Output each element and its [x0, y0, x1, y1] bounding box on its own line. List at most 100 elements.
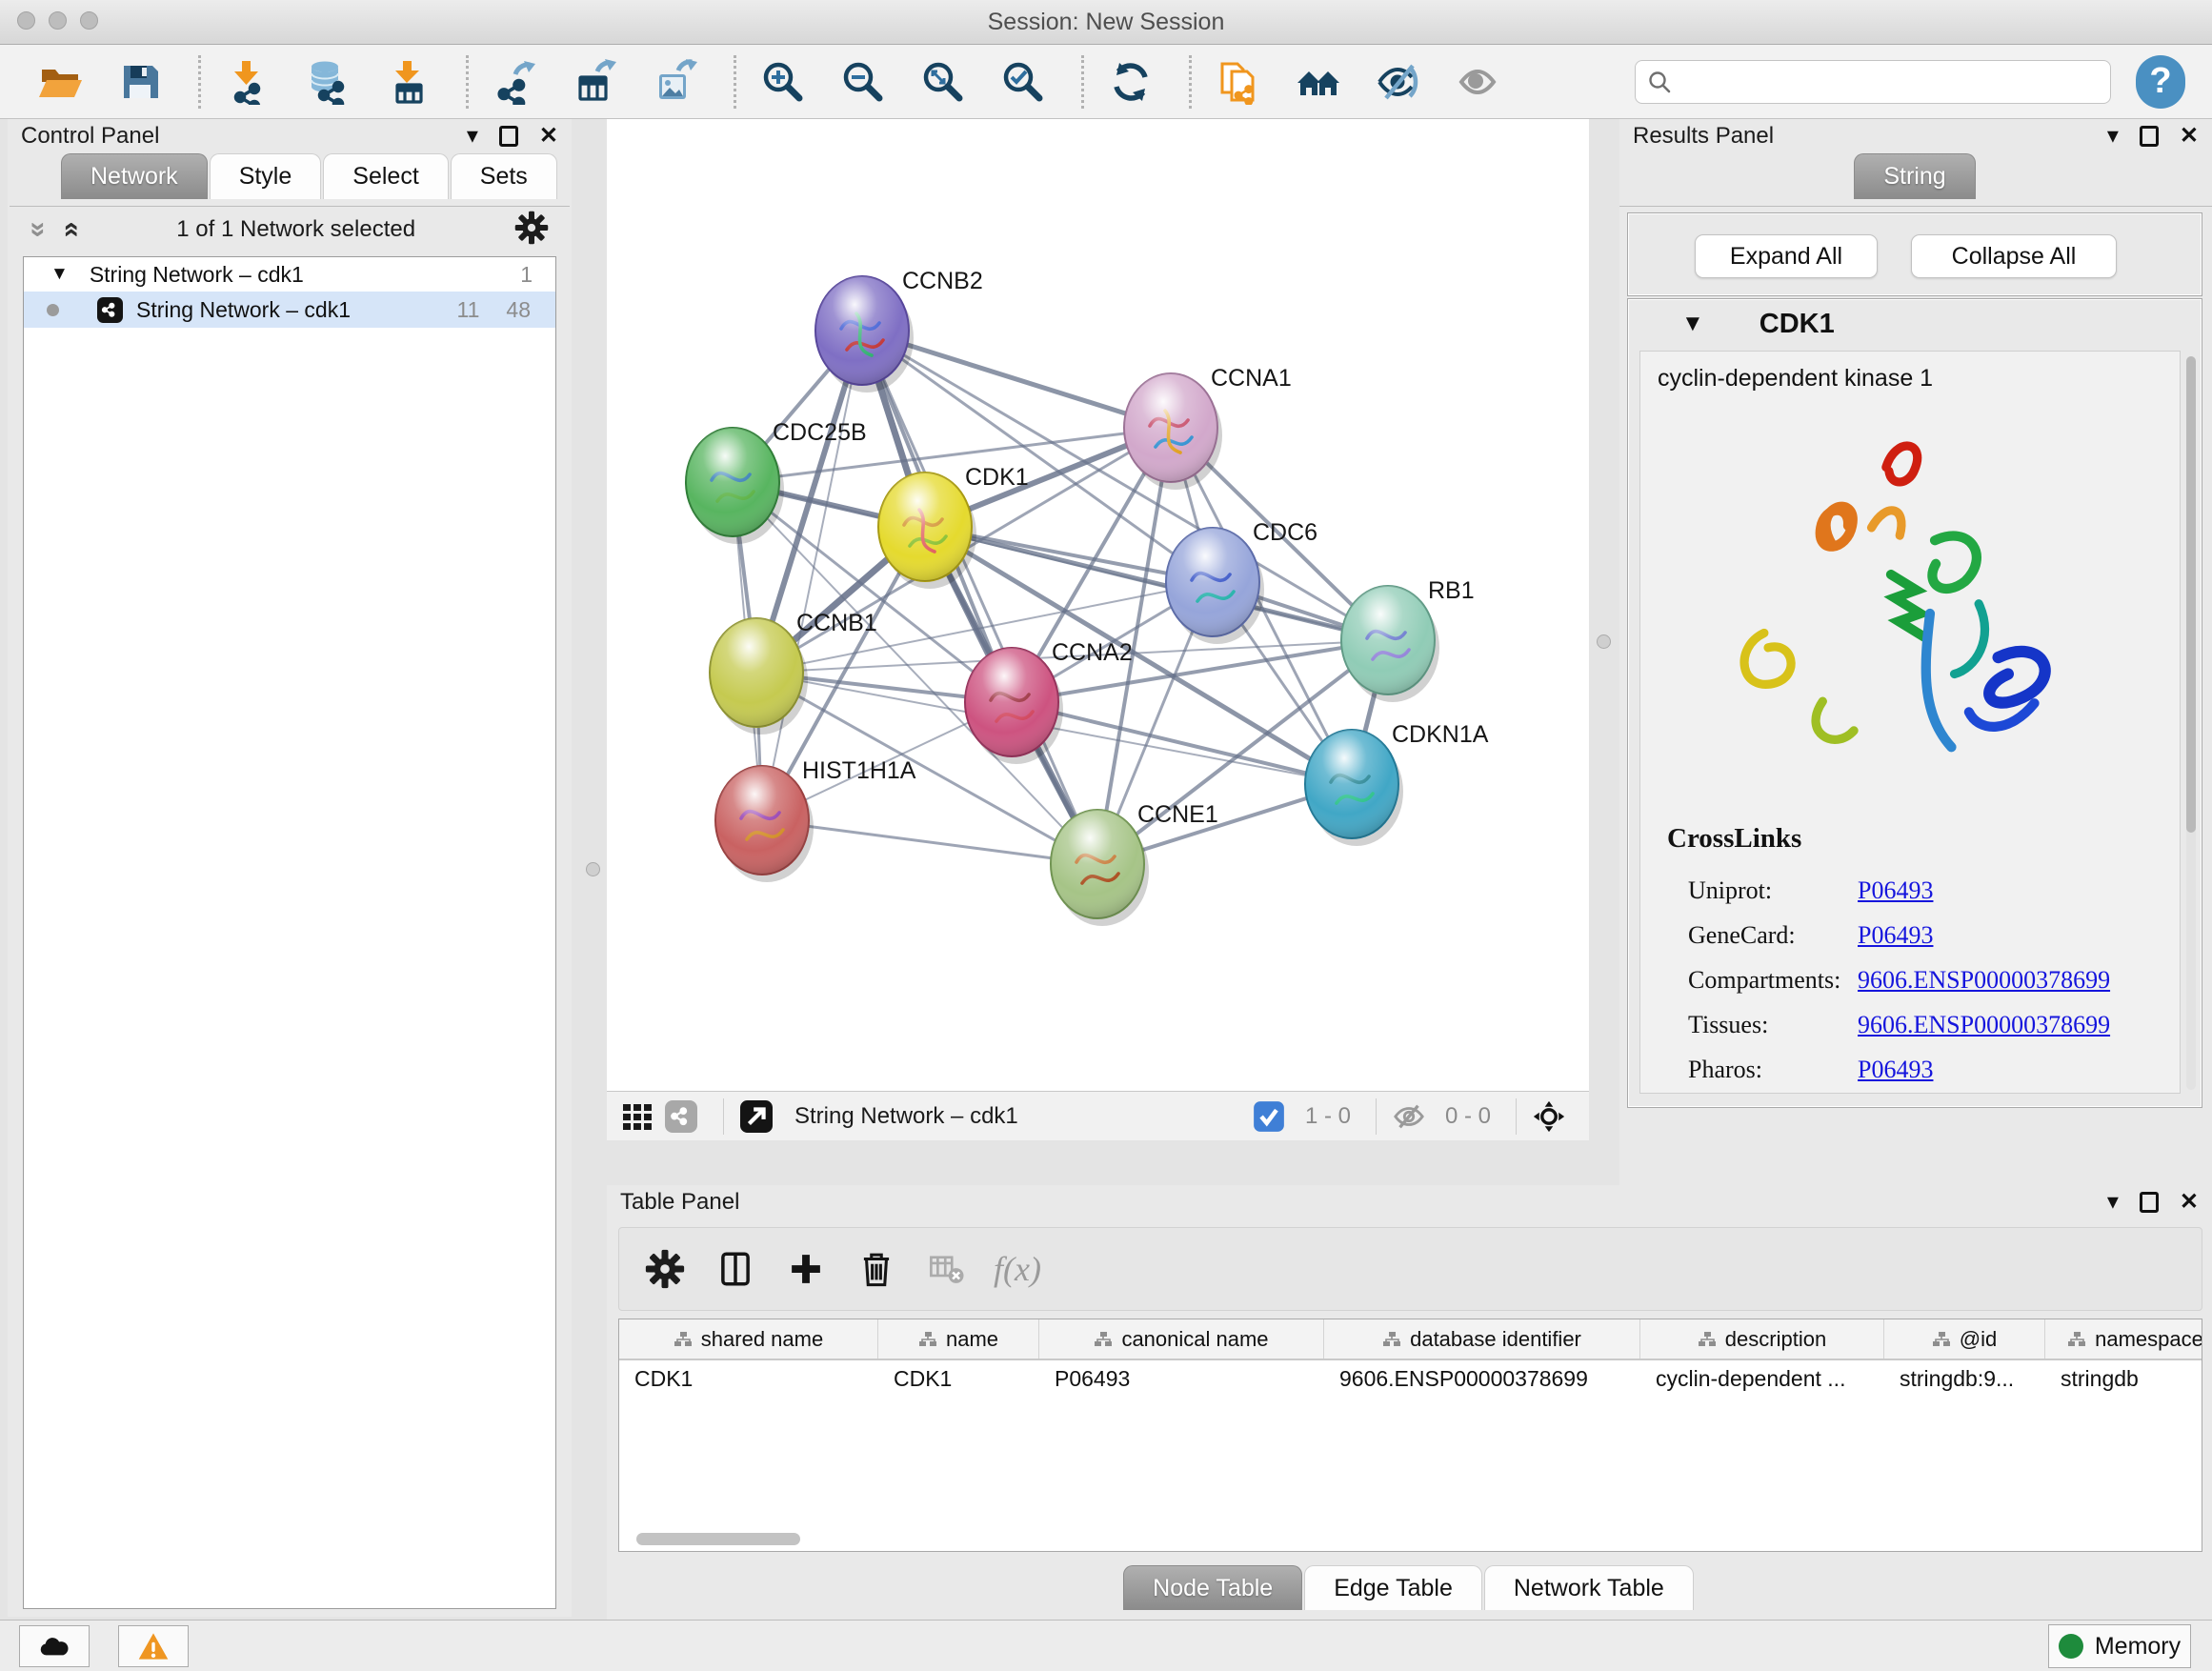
table-cell[interactable]: 9606.ENSP00000378699: [1324, 1360, 1640, 1399]
cloud-button[interactable]: [19, 1625, 90, 1667]
panel-collapse-icon[interactable]: ▾: [2107, 125, 2119, 148]
table-cell[interactable]: CDK1: [878, 1360, 1039, 1399]
minimize-window-button[interactable]: [49, 11, 67, 30]
crosslink-link[interactable]: 9606.ENSP00000378699: [1858, 1011, 2110, 1039]
search-input[interactable]: [1681, 69, 2099, 95]
refresh-layout-button[interactable]: [1103, 54, 1158, 110]
grid-view-icon[interactable]: [620, 1099, 654, 1134]
show-home-button[interactable]: [1291, 54, 1346, 110]
selected-nodes-checkbox-icon[interactable]: [1252, 1099, 1286, 1134]
left-splitter-handle[interactable]: [586, 862, 600, 876]
warnings-button[interactable]: [118, 1625, 189, 1667]
right-splitter-handle[interactable]: [1597, 634, 1611, 649]
tab-node-table[interactable]: Node Table: [1123, 1565, 1302, 1610]
gear-button[interactable]: [640, 1244, 690, 1294]
tab-network-table[interactable]: Network Table: [1484, 1565, 1694, 1610]
add-column-button[interactable]: [781, 1244, 831, 1294]
graph-node-CCNA2[interactable]: [965, 648, 1063, 764]
control-tab-style[interactable]: Style: [210, 153, 322, 199]
import-network-file-button[interactable]: [220, 54, 275, 110]
graph-node-CDC6[interactable]: [1166, 528, 1264, 644]
control-tab-sets[interactable]: Sets: [451, 153, 557, 199]
panel-float-icon[interactable]: [2140, 1192, 2159, 1213]
zoom-fit-button[interactable]: [915, 54, 971, 110]
graph-node-CDC25B[interactable]: [686, 428, 784, 544]
crosslink-link[interactable]: P06493: [1858, 921, 1933, 950]
table-cell[interactable]: stringdb: [2045, 1360, 2202, 1399]
hidden-elements-icon[interactable]: [1392, 1099, 1426, 1134]
graph-node-HIST1H1A[interactable]: [715, 766, 814, 882]
column-header-@id[interactable]: @id: [1884, 1319, 2045, 1359]
tab-string[interactable]: String: [1854, 153, 1975, 199]
detach-view-icon[interactable]: [739, 1099, 774, 1134]
control-tab-network[interactable]: Network: [61, 153, 208, 199]
column-header-name[interactable]: name: [878, 1319, 1039, 1359]
maximize-window-button[interactable]: [80, 11, 98, 30]
delete-column-button[interactable]: [852, 1244, 901, 1294]
graph-edge[interactable]: [762, 331, 862, 820]
collapse-all-networks-icon[interactable]: »: [24, 222, 52, 238]
column-header-database-identifier[interactable]: database identifier: [1324, 1319, 1640, 1359]
network-canvas[interactable]: CCNB2CCNA1CDC25BCDK1CDC6RB1CCNB1CCNA2CDK…: [607, 119, 1589, 1091]
graph-node-CCNB1[interactable]: [710, 618, 808, 735]
expand-all-networks-icon[interactable]: »: [55, 222, 84, 238]
import-table-file-button[interactable]: [380, 54, 435, 110]
crosslink-link[interactable]: P06493: [1858, 1056, 1933, 1084]
clone-network-button[interactable]: [1211, 54, 1266, 110]
table-cell[interactable]: cyclin-dependent ...: [1640, 1360, 1884, 1399]
close-window-button[interactable]: [17, 11, 35, 30]
control-tab-select[interactable]: Select: [323, 153, 448, 199]
graph-edge[interactable]: [925, 527, 1388, 640]
crosslink-link[interactable]: P06493: [1858, 876, 1933, 905]
graph-node-RB1[interactable]: [1341, 586, 1439, 702]
save-session-button[interactable]: [112, 54, 168, 110]
column-header-shared-name[interactable]: shared name: [619, 1319, 878, 1359]
crosslink-link[interactable]: 9606.ENSP00000378699: [1858, 966, 2110, 995]
collapse-all-button[interactable]: Collapse All: [1911, 234, 2117, 278]
column-header-canonical-name[interactable]: canonical name: [1039, 1319, 1324, 1359]
graph-node-CDK1[interactable]: [878, 473, 976, 589]
hide-selected-button[interactable]: [1371, 54, 1426, 110]
table-cell[interactable]: P06493: [1039, 1360, 1324, 1399]
expand-all-button[interactable]: Expand All: [1695, 234, 1878, 278]
panel-close-icon[interactable]: ✕: [2180, 125, 2199, 148]
zoom-out-button[interactable]: [835, 54, 891, 110]
split-panel-button[interactable]: [711, 1244, 760, 1294]
panel-collapse-icon[interactable]: ▾: [2107, 1191, 2119, 1214]
memory-button[interactable]: Memory: [2048, 1624, 2191, 1668]
help-button[interactable]: ?: [2136, 55, 2185, 109]
zoom-in-button[interactable]: [755, 54, 811, 110]
graph-node-CCNB2[interactable]: [815, 276, 914, 393]
panel-close-icon[interactable]: ✕: [539, 125, 558, 148]
graph-edge[interactable]: [862, 331, 1097, 864]
import-network-database-button[interactable]: [300, 54, 355, 110]
column-header-namespace[interactable]: namespace: [2045, 1319, 2202, 1359]
export-image-button[interactable]: [648, 54, 703, 110]
graph-node-CCNE1[interactable]: [1051, 810, 1149, 926]
table-cell[interactable]: CDK1: [619, 1360, 878, 1399]
graph-node-CDKN1A[interactable]: [1305, 730, 1403, 846]
collection-expander-icon[interactable]: ▼: [50, 264, 69, 285]
export-network-button[interactable]: [488, 54, 543, 110]
open-folder-button[interactable]: [32, 54, 88, 110]
table-row[interactable]: CDK1CDK1P064939606.ENSP00000378699cyclin…: [619, 1360, 2202, 1399]
panel-close-icon[interactable]: ✕: [2180, 1191, 2199, 1214]
network-row-selected[interactable]: String Network – cdk1 11 48: [24, 292, 555, 328]
panel-float-icon[interactable]: [2140, 126, 2159, 147]
gene-section-header[interactable]: ▼ CDK1: [1628, 299, 2202, 349]
panel-collapse-icon[interactable]: ▾: [467, 125, 478, 148]
panel-float-icon[interactable]: [499, 126, 518, 147]
network-collection-row[interactable]: ▼ String Network – cdk1 1: [24, 257, 555, 292]
column-header-description[interactable]: description: [1640, 1319, 1884, 1359]
results-scrollbar-thumb[interactable]: [2186, 356, 2196, 833]
export-table-button[interactable]: [568, 54, 623, 110]
table-horizontal-scrollbar-thumb[interactable]: [636, 1533, 800, 1545]
tab-edge-table[interactable]: Edge Table: [1304, 1565, 1482, 1610]
results-scrollbar[interactable]: [2186, 356, 2196, 1090]
gene-collapse-icon[interactable]: ▼: [1681, 311, 1704, 337]
graph-node-CCNA1[interactable]: [1124, 373, 1222, 490]
zoom-selected-button[interactable]: [995, 54, 1051, 110]
network-options-gear-icon[interactable]: [514, 211, 549, 250]
table-cell[interactable]: stringdb:9...: [1884, 1360, 2045, 1399]
birdseye-navigator-icon[interactable]: [1532, 1099, 1566, 1134]
